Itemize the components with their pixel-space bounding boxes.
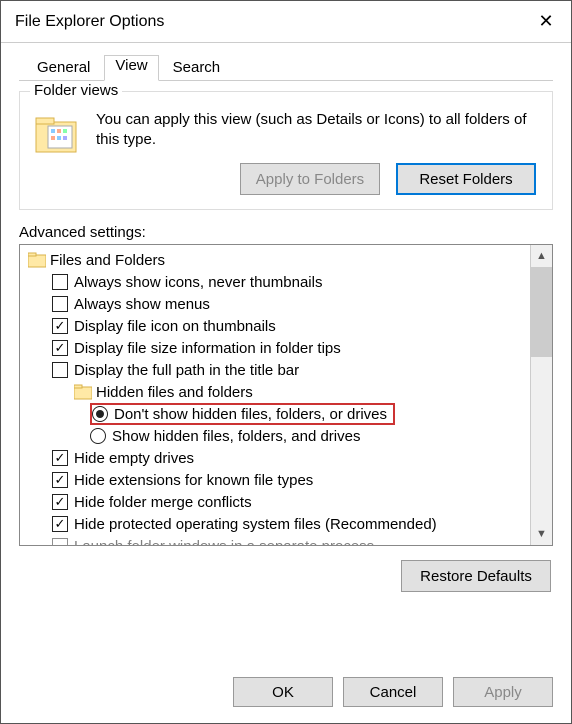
checkbox-icon[interactable] [52,296,68,312]
tree-label: Hide folder merge conflicts [74,494,252,511]
scroll-track[interactable] [531,357,552,523]
tree-label: Hide extensions for known file types [74,472,313,489]
tree-item[interactable]: Display file icon on thumbnails [22,315,528,337]
checkbox-icon[interactable] [52,472,68,488]
tree-label: Show hidden files, folders, and drives [112,428,360,445]
checkbox-icon[interactable] [52,362,68,378]
folder-views-group: Folder views You can apply this view (su… [19,91,553,210]
tree-item[interactable]: Always show icons, never thumbnails [22,271,528,293]
tree-radio-item[interactable]: Show hidden files, folders, and drives [22,425,528,447]
tab-strip: General View Search [19,55,553,81]
checkbox-icon[interactable] [52,538,68,545]
close-button[interactable]: ✕ [521,1,571,43]
reset-folders-button[interactable]: Reset Folders [396,163,536,195]
tree-item[interactable]: Hide protected operating system files (R… [22,513,528,535]
window-title: File Explorer Options [15,13,164,31]
tree-label: Always show icons, never thumbnails [74,274,322,291]
tree-label: Don't show hidden files, folders, or dri… [114,406,387,423]
apply-button: Apply [453,677,553,707]
content-area: General View Search Folder views You can [1,43,571,665]
advanced-settings-tree: Files and Folders Always show icons, nev… [19,244,553,546]
tree-label: Display file size information in folder … [74,340,341,357]
tree-item[interactable]: Display the full path in the title bar [22,359,528,381]
ok-button[interactable]: OK [233,677,333,707]
tree-item[interactable]: Always show menus [22,293,528,315]
folder-views-description: You can apply this view (such as Details… [96,110,540,149]
apply-to-folders-button: Apply to Folders [240,163,380,195]
radio-icon[interactable] [92,406,108,422]
tree-content[interactable]: Files and Folders Always show icons, nev… [20,245,530,545]
tree-label: Launch folder windows in a separate proc… [74,538,374,546]
tree-label: Hide protected operating system files (R… [74,516,437,533]
restore-defaults-button[interactable]: Restore Defaults [401,560,551,592]
tree-item[interactable]: Hide extensions for known file types [22,469,528,491]
tree-item[interactable]: Launch folder windows in a separate proc… [22,535,528,545]
titlebar: File Explorer Options ✕ [1,1,571,43]
tab-search[interactable]: Search [159,55,235,80]
tree-item[interactable]: Display file size information in folder … [22,337,528,359]
tree-label: Files and Folders [50,252,165,269]
tree-label: Always show menus [74,296,210,313]
tree-radio-item[interactable]: Don't show hidden files, folders, or dri… [22,403,528,425]
highlighted-option: Don't show hidden files, folders, or dri… [90,403,395,425]
tree-label: Hide empty drives [74,450,194,467]
options-dialog: File Explorer Options ✕ General View Sea… [0,0,572,724]
tree-label: Display file icon on thumbnails [74,318,276,335]
tab-view[interactable]: View [104,55,158,81]
tree-folder-root[interactable]: Files and Folders [22,249,528,271]
tab-general[interactable]: General [23,55,104,80]
dialog-footer: OK Cancel Apply [1,665,571,723]
tree-label: Hidden files and folders [96,384,253,401]
checkbox-icon[interactable] [52,494,68,510]
cancel-button[interactable]: Cancel [343,677,443,707]
tree-scrollbar[interactable]: ▲ ▼ [530,245,552,545]
checkbox-icon[interactable] [52,318,68,334]
tree-folder-hidden[interactable]: Hidden files and folders [22,381,528,403]
scroll-down-icon[interactable]: ▼ [531,523,552,545]
checkbox-icon[interactable] [52,450,68,466]
tree-item[interactable]: Hide folder merge conflicts [22,491,528,513]
tree-item[interactable]: Hide empty drives [22,447,528,469]
checkbox-icon[interactable] [52,340,68,356]
tree-label: Display the full path in the title bar [74,362,299,379]
folder-icon [32,110,80,158]
close-icon: ✕ [538,11,553,32]
folder-views-label: Folder views [30,82,122,99]
advanced-settings-label: Advanced settings: [19,224,553,241]
scroll-thumb[interactable] [531,267,552,357]
checkbox-icon[interactable] [52,516,68,532]
scroll-up-icon[interactable]: ▲ [531,245,552,267]
folder-icon [28,252,46,268]
radio-icon[interactable] [90,428,106,444]
checkbox-icon[interactable] [52,274,68,290]
folder-icon [74,384,92,400]
